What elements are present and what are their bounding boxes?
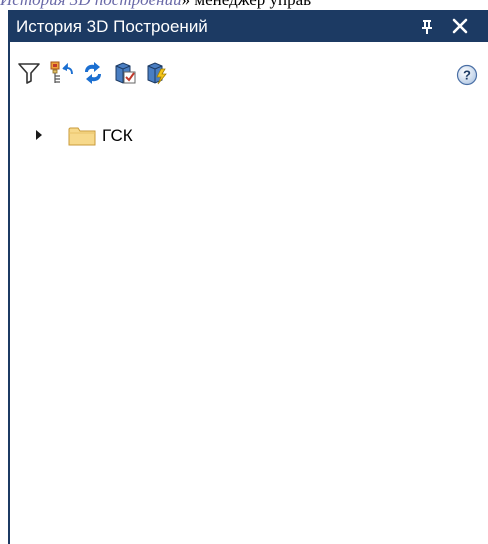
help-label: ? bbox=[463, 68, 471, 83]
caption-rest: » менеджер управ bbox=[182, 0, 312, 9]
rebuild-all-icon[interactable] bbox=[144, 60, 170, 86]
panel-toolbar bbox=[10, 60, 488, 90]
expand-arrow-icon[interactable] bbox=[34, 128, 44, 140]
tree-node-label[interactable]: ГСК bbox=[102, 126, 133, 146]
folder-icon bbox=[68, 125, 96, 147]
rebuild-check-icon[interactable] bbox=[112, 60, 138, 86]
collapse-tree-icon[interactable] bbox=[48, 60, 74, 86]
tree-node-gsk[interactable]: ГСК bbox=[10, 123, 210, 149]
close-icon[interactable] bbox=[451, 17, 469, 35]
panel-titlebar[interactable]: История 3D Построений bbox=[10, 10, 488, 42]
panel-title: История 3D Построений bbox=[16, 17, 208, 36]
pin-icon[interactable] bbox=[421, 19, 433, 34]
refresh-icon[interactable] bbox=[80, 60, 106, 86]
caption-italic: История 3D построений bbox=[0, 0, 182, 9]
history-3d-panel: История 3D Построений ? ГСК bbox=[8, 10, 488, 544]
filter-icon[interactable] bbox=[16, 60, 42, 86]
help-icon[interactable]: ? bbox=[456, 64, 478, 86]
